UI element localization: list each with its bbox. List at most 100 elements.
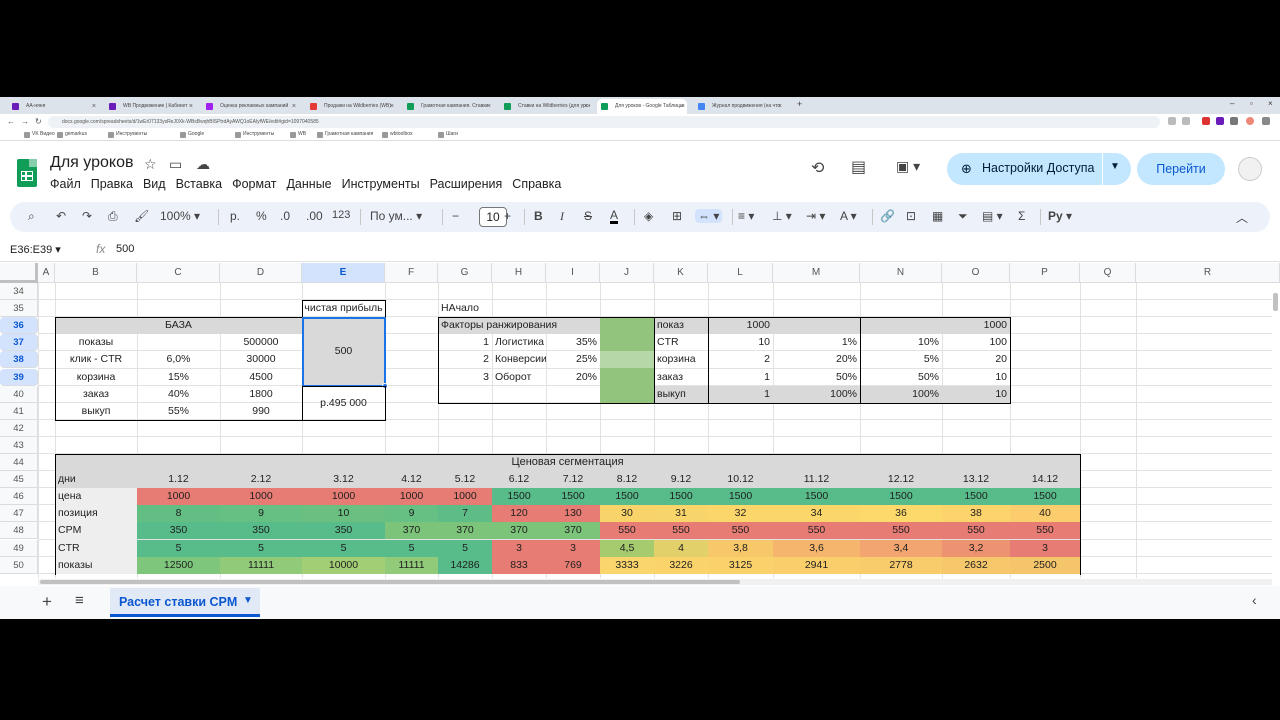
segment-cell[interactable]: 7 bbox=[438, 505, 492, 522]
metric-label[interactable]: корзина bbox=[654, 351, 708, 368]
metric-percent[interactable]: 1% bbox=[773, 334, 860, 351]
segment-cell[interactable]: 370 bbox=[385, 522, 438, 539]
start-title[interactable]: НАчало bbox=[438, 300, 546, 317]
extension-icon[interactable] bbox=[1216, 117, 1224, 125]
sidepanel-collapse-icon[interactable]: ‹ bbox=[1252, 592, 1257, 608]
zoom-icon[interactable] bbox=[1168, 117, 1176, 125]
segment-cell[interactable]: 1000 bbox=[137, 488, 220, 505]
segment-cell[interactable]: 833 bbox=[492, 557, 546, 574]
document-title[interactable]: Для уроков bbox=[50, 154, 133, 172]
row-header[interactable]: 37 bbox=[0, 334, 38, 352]
extension-icon[interactable] bbox=[1202, 117, 1210, 125]
segment-cell[interactable]: 5 bbox=[302, 540, 385, 557]
close-tab-icon[interactable]: × bbox=[292, 99, 296, 114]
segment-cell[interactable]: 370 bbox=[546, 522, 600, 539]
factor-name[interactable]: Логистика bbox=[492, 334, 546, 351]
segment-cell[interactable]: 120 bbox=[492, 505, 546, 522]
insert-comment-icon[interactable]: ⊡ bbox=[906, 209, 916, 223]
metric-percent[interactable]: 100% bbox=[773, 386, 860, 403]
metric-label[interactable]: показ bbox=[654, 317, 708, 334]
row-header[interactable]: 45 bbox=[0, 471, 38, 489]
menu-icon[interactable] bbox=[1262, 117, 1270, 125]
day-header[interactable]: 2.12 bbox=[220, 471, 302, 488]
row-header[interactable]: 46 bbox=[0, 488, 38, 506]
segment-cell[interactable]: 32 bbox=[708, 505, 773, 522]
meet-icon[interactable]: ▣ ▾ bbox=[896, 158, 920, 175]
chevron-down-icon[interactable]: ▼ bbox=[243, 595, 253, 606]
metric-label[interactable]: заказ bbox=[654, 369, 708, 386]
day-header[interactable]: 14.12 bbox=[1010, 471, 1080, 488]
column-header[interactable]: K bbox=[654, 263, 708, 283]
go-button[interactable]: Перейти bbox=[1137, 153, 1225, 185]
add-sheet-button[interactable]: + bbox=[42, 592, 52, 612]
segmentation-title[interactable]: Ценовая сегментация bbox=[55, 454, 1080, 471]
column-header[interactable]: Q bbox=[1080, 263, 1136, 283]
column-header[interactable]: E bbox=[302, 263, 385, 283]
column-header[interactable]: G bbox=[438, 263, 492, 283]
column-header[interactable]: D bbox=[220, 263, 302, 283]
profit-label[interactable]: чистая прибыль bbox=[302, 300, 385, 317]
menu-item[interactable]: Данные bbox=[286, 177, 331, 191]
segment-cell[interactable]: 3,4 bbox=[860, 540, 942, 557]
segment-cell[interactable]: 3333 bbox=[600, 557, 654, 574]
segment-cell[interactable]: 10000 bbox=[302, 557, 385, 574]
row-header[interactable]: 39 bbox=[0, 368, 38, 386]
base-percent[interactable]: 55% bbox=[137, 403, 220, 420]
metric-percent[interactable]: 20% bbox=[773, 351, 860, 368]
segment-cell[interactable]: 1500 bbox=[773, 488, 860, 505]
metric-value[interactable]: 10 bbox=[708, 334, 773, 351]
factor-percent[interactable]: 25% bbox=[546, 351, 600, 368]
segment-cell[interactable]: 4 bbox=[654, 540, 708, 557]
text-wrap-icon[interactable]: ⇥ ▾ bbox=[806, 209, 825, 223]
metric-value[interactable]: 20 bbox=[942, 351, 1010, 368]
segment-cell[interactable]: 350 bbox=[220, 522, 302, 539]
undo-icon[interactable]: ↶ bbox=[56, 209, 66, 223]
vertical-align-icon[interactable]: ⊥ ▾ bbox=[772, 209, 792, 223]
segment-cell[interactable]: 1000 bbox=[302, 488, 385, 505]
base-value[interactable]: 4500 bbox=[220, 369, 302, 386]
profile-icon[interactable] bbox=[1246, 117, 1254, 125]
day-header[interactable]: 10.12 bbox=[708, 471, 773, 488]
segment-cell[interactable]: 2941 bbox=[773, 557, 860, 574]
day-header[interactable]: 7.12 bbox=[546, 471, 600, 488]
bookmark-item[interactable]: wbtoolbox bbox=[382, 131, 413, 138]
day-header[interactable]: 12.12 bbox=[860, 471, 942, 488]
segment-cell[interactable]: 8 bbox=[137, 505, 220, 522]
sheets-logo-icon[interactable] bbox=[17, 159, 37, 187]
segment-cell[interactable]: 2632 bbox=[942, 557, 1010, 574]
segment-cell[interactable]: 10 bbox=[302, 505, 385, 522]
day-header[interactable]: 8.12 bbox=[600, 471, 654, 488]
metric-value[interactable]: 2 bbox=[708, 351, 773, 368]
column-header[interactable]: J bbox=[600, 263, 654, 283]
base-label[interactable]: выкуп bbox=[55, 403, 137, 420]
segment-cell[interactable]: 3 bbox=[492, 540, 546, 557]
segment-cell[interactable]: 4,5 bbox=[600, 540, 654, 557]
segment-cell[interactable]: 38 bbox=[942, 505, 1010, 522]
segment-cell[interactable]: 1500 bbox=[492, 488, 546, 505]
text-color-icon[interactable]: A bbox=[610, 209, 619, 224]
close-tab-icon[interactable]: × bbox=[487, 99, 491, 114]
base-value[interactable]: 30000 bbox=[220, 351, 302, 368]
star-icon[interactable] bbox=[1182, 117, 1190, 125]
metric-label[interactable]: CTR bbox=[654, 334, 708, 351]
column-header[interactable]: R bbox=[1136, 263, 1280, 283]
column-header[interactable]: L bbox=[708, 263, 773, 283]
segment-cell[interactable]: 1500 bbox=[600, 488, 654, 505]
close-tab-icon[interactable]: × bbox=[778, 99, 782, 114]
segment-cell[interactable]: 370 bbox=[438, 522, 492, 539]
browser-tab[interactable]: Оценка рекламных кампаний × bbox=[202, 99, 298, 114]
input-tools-icon[interactable]: Pу ▾ bbox=[1048, 209, 1072, 223]
fill-color-icon[interactable]: ◈ bbox=[644, 209, 653, 223]
menu-item[interactable]: Правка bbox=[91, 177, 133, 191]
segment-cell[interactable]: 550 bbox=[1010, 522, 1080, 539]
currency-format-button[interactable]: р. bbox=[230, 209, 240, 223]
row-header[interactable]: 41 bbox=[0, 402, 38, 420]
segment-cell[interactable]: 40 bbox=[1010, 505, 1080, 522]
metric-value[interactable]: 10 bbox=[942, 386, 1010, 403]
segment-cell[interactable]: 1000 bbox=[220, 488, 302, 505]
segment-cell[interactable]: 3125 bbox=[708, 557, 773, 574]
metric-value[interactable]: 1000 bbox=[942, 317, 1010, 334]
factor-number[interactable]: 2 bbox=[438, 351, 492, 368]
segment-cell[interactable]: 1000 bbox=[438, 488, 492, 505]
font-size-field[interactable]: 10 bbox=[479, 207, 507, 227]
